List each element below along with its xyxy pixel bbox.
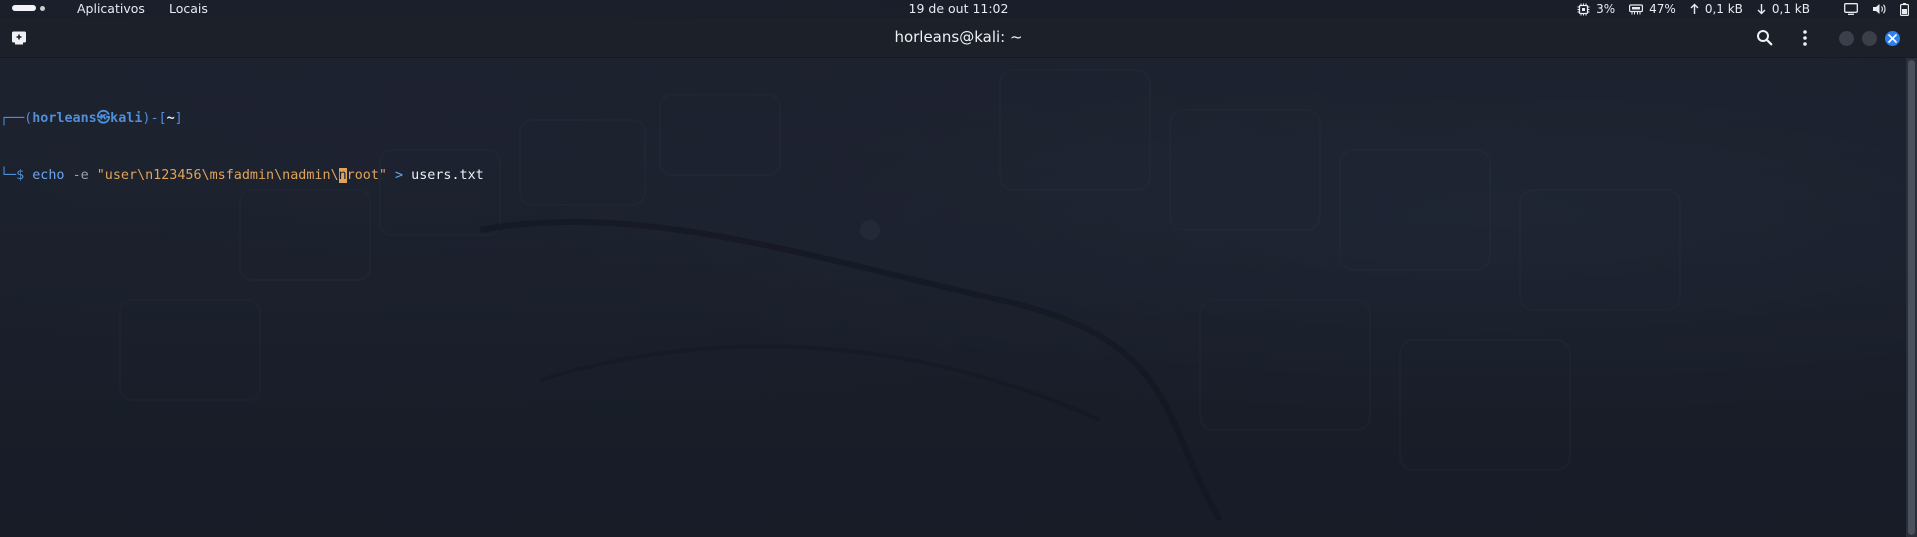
terminal-window: horleans@kali: ~ ┌──(horleans㉿kali)-[~] … xyxy=(0,18,1917,537)
close-button[interactable] xyxy=(1885,31,1900,46)
command-string-part1: "user\n123456\msfadmin\nadmin\ xyxy=(96,168,339,183)
minimize-button[interactable] xyxy=(1839,31,1854,46)
display-icon xyxy=(1844,3,1858,15)
prompt-host: kali xyxy=(110,111,143,126)
prompt-at-symbol: ㉿ xyxy=(96,111,111,126)
search-button[interactable] xyxy=(1755,28,1775,48)
command-redirect: > xyxy=(395,168,404,183)
download-indicator[interactable]: 0,1 kB xyxy=(1757,2,1810,16)
kebab-menu-icon xyxy=(1803,30,1807,46)
terminal-output[interactable]: ┌──(horleans㉿kali)-[~] └─$ echo -e "user… xyxy=(0,58,1906,537)
terminal-headerbar: horleans@kali: ~ xyxy=(0,18,1917,58)
text-cursor: n xyxy=(338,168,347,183)
new-tab-icon xyxy=(12,31,26,45)
system-tray: 3% 47% 0,1 kB 0,1 kB xyxy=(1563,0,1909,18)
prompt-line: ┌──(horleans㉿kali)-[~] xyxy=(0,109,1906,128)
menu-button[interactable] xyxy=(1795,28,1815,48)
command-name: echo xyxy=(32,168,65,183)
prompt-frame-bottom: └─$ xyxy=(0,168,25,183)
battery-indicator[interactable] xyxy=(1900,2,1909,16)
volume-indicator[interactable] xyxy=(1872,3,1886,15)
command-option: -e xyxy=(72,168,89,183)
menu-applications[interactable]: Aplicativos xyxy=(77,1,145,16)
memory-value: 47% xyxy=(1649,2,1676,16)
upload-arrow-icon xyxy=(1690,3,1699,14)
cpu-value: 3% xyxy=(1596,2,1616,16)
activities-dot xyxy=(40,5,45,11)
menu-places[interactable]: Locais xyxy=(169,1,208,16)
download-value: 0,1 kB xyxy=(1771,2,1810,16)
prompt-frame-mid: )-[ xyxy=(142,111,167,126)
memory-icon xyxy=(1629,3,1644,14)
upload-value: 0,1 kB xyxy=(1704,2,1743,16)
new-tab-button[interactable] xyxy=(11,30,29,46)
clock-label[interactable]: 19 de out 11:02 xyxy=(909,1,1009,16)
terminal-scrollbar[interactable] xyxy=(1906,58,1917,537)
cpu-indicator[interactable]: 3% xyxy=(1577,2,1615,16)
prompt-frame-end: ] xyxy=(174,111,183,126)
activities-icon[interactable] xyxy=(12,5,45,11)
maximize-button[interactable] xyxy=(1862,31,1877,46)
close-icon xyxy=(1888,34,1897,43)
prompt-frame-top: ┌──( xyxy=(0,111,33,126)
command-line: └─$ echo -e "user\n123456\msfadmin\nadmi… xyxy=(0,166,1906,185)
cpu-icon xyxy=(1577,3,1590,15)
battery-icon xyxy=(1900,2,1909,16)
activities-pill xyxy=(12,5,36,11)
window-title: horleans@kali: ~ xyxy=(0,28,1917,46)
upload-indicator[interactable]: 0,1 kB xyxy=(1690,2,1743,16)
command-string-part2: root" xyxy=(346,168,387,183)
window-title-text: horleans@kali: ~ xyxy=(894,28,1023,46)
volume-icon xyxy=(1873,4,1886,14)
prompt-path: ~ xyxy=(166,111,175,126)
search-icon xyxy=(1757,30,1773,46)
display-indicator[interactable] xyxy=(1844,3,1858,15)
prompt-user: horleans xyxy=(32,111,97,126)
download-arrow-icon xyxy=(1757,4,1766,15)
memory-indicator[interactable]: 47% xyxy=(1629,2,1676,16)
scrollbar-thumb[interactable] xyxy=(1908,60,1915,535)
top-panel: Aplicativos Locais 19 de out 11:02 3% 47… xyxy=(0,0,1917,18)
command-file-arg: users.txt xyxy=(411,168,484,183)
